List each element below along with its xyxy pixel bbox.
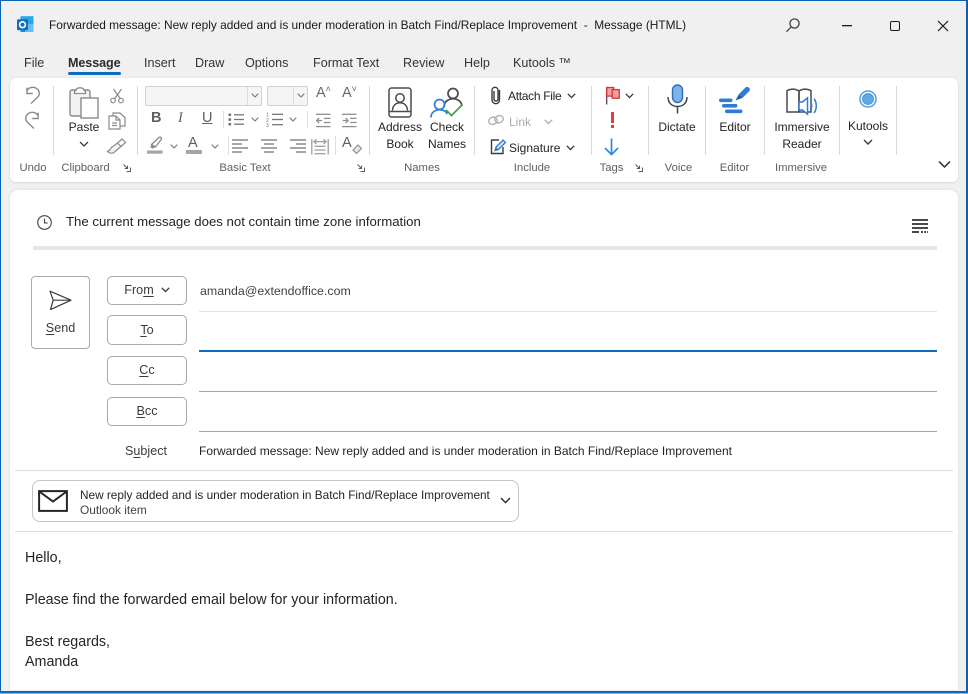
svg-text:3: 3 (266, 123, 269, 127)
